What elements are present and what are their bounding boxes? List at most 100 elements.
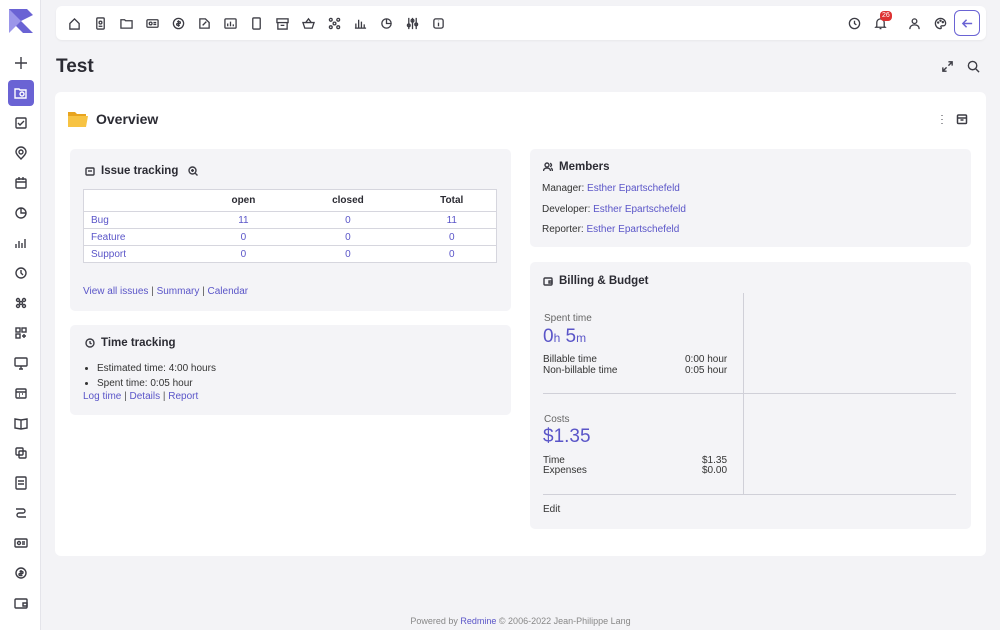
card-icon[interactable] <box>8 530 34 556</box>
home-icon[interactable] <box>66 15 82 31</box>
total-count-link[interactable]: 0 <box>449 232 455 243</box>
summary-link[interactable]: Summary <box>157 286 200 297</box>
table-row: Support 0 0 0 <box>83 245 497 263</box>
mobile-icon[interactable] <box>248 15 264 31</box>
nonbillable-value: 0:05 hour <box>685 365 728 376</box>
top-navigation-bar: 26 <box>56 6 986 40</box>
open-count-link[interactable]: 0 <box>241 249 247 260</box>
view-all-issues-link[interactable]: View all issues <box>83 286 148 297</box>
column-header: open <box>198 189 289 212</box>
spent-time-label: Spent time <box>544 313 592 324</box>
document-icon[interactable] <box>8 470 34 496</box>
billable-value: 0:00 hour <box>685 354 728 365</box>
total-count-link[interactable]: 11 <box>447 215 457 226</box>
collapse-button[interactable] <box>954 10 980 36</box>
page-title: Test <box>56 56 94 77</box>
issue-icon <box>85 167 95 176</box>
minutes-unit: m <box>576 331 587 345</box>
open-count-link[interactable]: 0 <box>241 232 247 243</box>
bar-chart-icon[interactable] <box>8 230 34 256</box>
time-tracking-title: Time tracking <box>101 337 176 349</box>
closed-count-link[interactable]: 0 <box>345 215 351 226</box>
open-count-link[interactable]: 11 <box>238 215 248 226</box>
search-icon[interactable] <box>965 58 981 74</box>
total-count-link[interactable]: 0 <box>449 249 455 260</box>
users-icon <box>543 162 553 172</box>
apps-icon[interactable] <box>8 290 34 316</box>
member-link[interactable]: Esther Epartschefeld <box>586 224 679 235</box>
time-tracking-header: Time tracking <box>85 337 176 349</box>
closed-count-link[interactable]: 0 <box>345 249 351 260</box>
billable-label: Billable time <box>543 354 597 365</box>
pie-icon[interactable] <box>8 200 34 226</box>
chart-file-icon[interactable] <box>222 15 238 31</box>
more-vertical-icon[interactable] <box>935 112 949 126</box>
sliders-icon[interactable] <box>404 15 420 31</box>
user-icon[interactable] <box>906 15 922 31</box>
file-export-icon[interactable] <box>196 15 212 31</box>
clock-icon[interactable] <box>8 260 34 286</box>
history-icon[interactable] <box>846 15 862 31</box>
search-folder-icon[interactable] <box>8 80 34 106</box>
archive-box-icon[interactable] <box>955 112 969 126</box>
log-time-link[interactable]: Log time <box>83 391 121 402</box>
grid-add-icon[interactable] <box>8 320 34 346</box>
network-icon[interactable] <box>326 15 342 31</box>
redmine-link[interactable]: Redmine <box>460 616 496 626</box>
book-icon[interactable] <box>8 410 34 436</box>
member-role: Developer: <box>542 204 591 215</box>
location-icon[interactable] <box>8 140 34 166</box>
id-card-icon[interactable] <box>144 15 160 31</box>
info-icon[interactable] <box>430 15 446 31</box>
table-row: Feature 0 0 0 <box>83 228 497 246</box>
arrow-left-icon <box>961 18 972 28</box>
footer: Powered by Redmine © 2006-2022 Jean-Phil… <box>0 616 1000 626</box>
palette-icon[interactable] <box>932 15 948 31</box>
billing-title: Billing & Budget <box>559 275 649 287</box>
member-role: Reporter: <box>542 224 584 235</box>
tracker-link[interactable]: Support <box>91 249 126 260</box>
details-link[interactable]: Details <box>130 391 161 402</box>
calendar-link[interactable]: Calendar <box>208 286 249 297</box>
sidebar <box>0 0 41 630</box>
expand-icon[interactable] <box>939 58 955 74</box>
basket-icon[interactable] <box>300 15 316 31</box>
logo[interactable] <box>7 7 35 35</box>
copy-icon[interactable] <box>8 440 34 466</box>
notification-badge: 26 <box>880 11 892 21</box>
issue-table: open closed Total Bug 11 0 11 Feature 0 … <box>83 189 497 263</box>
coin-icon[interactable] <box>8 560 34 586</box>
edit-link[interactable]: Edit <box>543 504 560 515</box>
tracker-link[interactable]: Bug <box>91 215 109 226</box>
member-row: Manager: Esther Epartschefeld <box>542 183 680 194</box>
closed-count-link[interactable]: 0 <box>345 232 351 243</box>
calendar-icon[interactable] <box>8 170 34 196</box>
monitor-icon[interactable] <box>8 350 34 376</box>
plus-icon[interactable] <box>8 50 34 76</box>
bell-icon[interactable]: 26 <box>872 11 892 31</box>
checklist-icon[interactable] <box>8 110 34 136</box>
report-link[interactable]: Report <box>168 391 198 402</box>
archive-icon[interactable] <box>274 15 290 31</box>
wallet-icon <box>543 277 553 286</box>
zoom-in-icon[interactable] <box>188 166 199 176</box>
stats-icon[interactable] <box>352 15 368 31</box>
wallet-icon[interactable] <box>8 590 34 616</box>
member-role: Manager: <box>542 183 585 194</box>
member-link[interactable]: Esther Epartschefeld <box>587 183 680 194</box>
dollar-icon[interactable] <box>170 15 186 31</box>
costs-value: $1.35 <box>543 426 591 447</box>
folder-icon[interactable] <box>118 15 134 31</box>
routes-icon[interactable] <box>8 500 34 526</box>
pie-chart-icon[interactable] <box>378 15 394 31</box>
calendar-grid-icon[interactable] <box>8 380 34 406</box>
member-row: Reporter: Esther Epartschefeld <box>542 224 679 235</box>
member-link[interactable]: Esther Epartschefeld <box>593 204 686 215</box>
spent-time-value: 0h 5m <box>543 326 586 348</box>
member-row: Developer: Esther Epartschefeld <box>542 204 686 215</box>
overview-header: Overview <box>67 110 158 128</box>
contact-icon[interactable] <box>92 15 108 31</box>
tracker-link[interactable]: Feature <box>91 232 125 243</box>
expenses-value: $0.00 <box>702 465 728 476</box>
spent-hours: 0 <box>543 326 554 347</box>
